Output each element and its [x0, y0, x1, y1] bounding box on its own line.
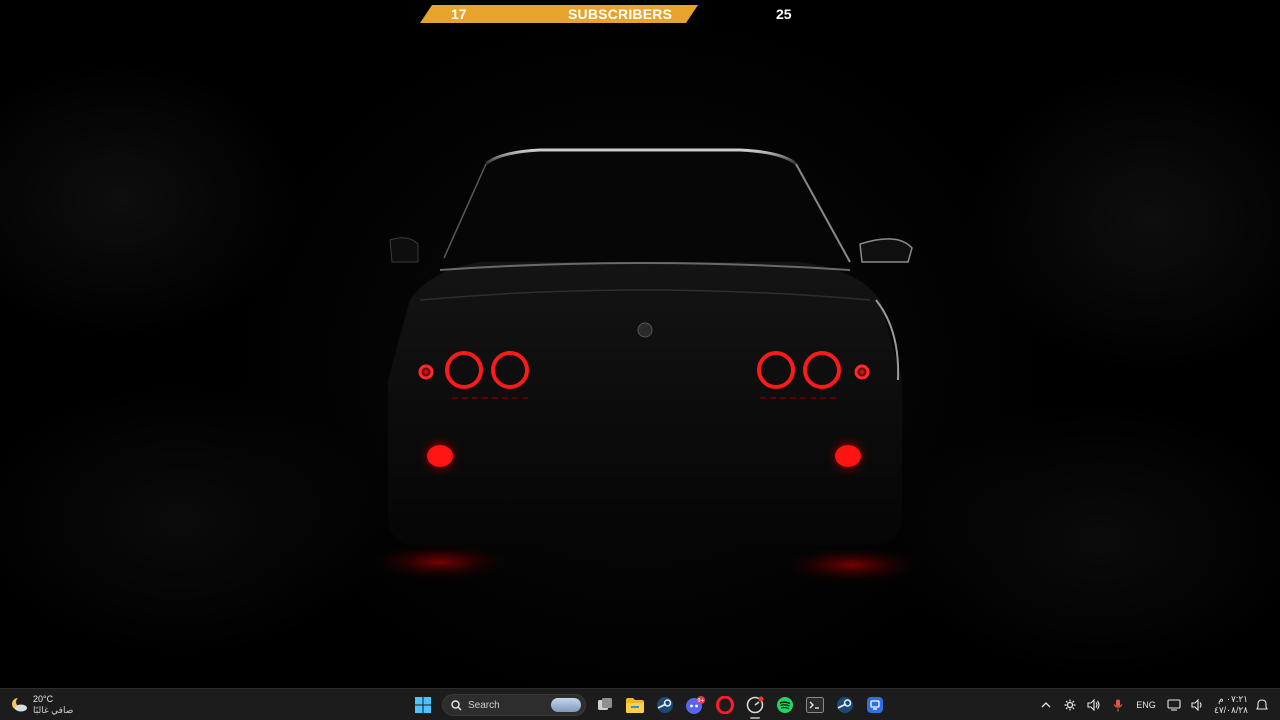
steam-icon[interactable] — [652, 692, 678, 718]
taskbar-clock[interactable]: ٠٧:٢١ م ٤٧/٠٨/٢٨ — [1214, 694, 1248, 716]
discord-icon[interactable]: 9+ — [682, 692, 708, 718]
terminal-icon[interactable] — [802, 692, 828, 718]
network-icon[interactable] — [1164, 692, 1184, 718]
subscriber-goal-count: 25 — [776, 6, 792, 22]
speaker-icon[interactable] — [1188, 692, 1208, 718]
search-icon — [451, 699, 462, 710]
volume-icon[interactable] — [1084, 692, 1104, 718]
clock-date: ٤٧/٠٨/٢٨ — [1213, 705, 1248, 715]
spotify-icon[interactable] — [772, 692, 798, 718]
settings-tray-icon[interactable] — [1060, 692, 1080, 718]
car-rear-silhouette — [370, 148, 922, 583]
taskbar-apps: Search 9+ — [408, 692, 890, 719]
microphone-icon[interactable] — [1108, 692, 1128, 718]
start-icon[interactable] — [410, 692, 436, 718]
steam-icon-2[interactable] — [832, 692, 858, 718]
taskbar: 20°C صافي غالبًا Search 9+ ENG ٠٧:٢١ م ٤… — [0, 688, 1280, 720]
input-language[interactable]: ENG — [1136, 692, 1156, 718]
opera-gx-icon[interactable] — [712, 692, 738, 718]
weather-condition: صافي غالبًا — [33, 705, 74, 715]
search-label: Search — [468, 699, 500, 711]
task-view-icon[interactable] — [592, 692, 618, 718]
notification-icon[interactable] — [1252, 692, 1272, 718]
game-capture-icon[interactable] — [742, 692, 768, 719]
clock-time: ٠٧:٢١ م — [1218, 694, 1248, 704]
remote-app-icon[interactable] — [862, 692, 888, 718]
file-explorer-icon[interactable] — [622, 692, 648, 718]
desktop-wallpaper: 17 SUBSCRIBERS 25 — [0, 0, 1280, 688]
system-tray: ENG ٠٧:٢١ م ٤٧/٠٨/٢٨ — [1034, 692, 1274, 718]
search-highlight-art — [551, 698, 581, 712]
discord-notification-badge: 9+ — [697, 698, 704, 704]
subscriber-label: SUBSCRIBERS — [568, 6, 673, 22]
weather-temperature: 20°C — [33, 694, 54, 704]
subscriber-current-count: 17 — [451, 6, 467, 22]
moon-cloud-icon — [10, 696, 28, 714]
taskbar-search-box[interactable]: Search — [442, 694, 586, 716]
chevron-up-icon[interactable] — [1036, 692, 1056, 718]
weather-widget[interactable]: 20°C صافي غالبًا — [10, 693, 73, 717]
